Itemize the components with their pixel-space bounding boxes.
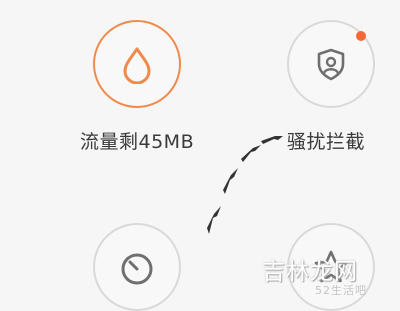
traffic-tile[interactable] [93,20,181,108]
arrow-path-icon [207,136,283,234]
timer-icon [121,253,153,285]
water-drop-icon [123,47,151,84]
traffic-label: 流量剩45MB [80,131,195,153]
timer-tile[interactable] [93,223,181,311]
watermark-subtext: 52生活吧 [315,284,367,297]
notification-badge [356,31,366,41]
watermark: 吉林龙网 [262,259,358,285]
shield-user-icon [317,48,345,81]
harassment-block-label: 骚扰拦截 [287,131,366,153]
